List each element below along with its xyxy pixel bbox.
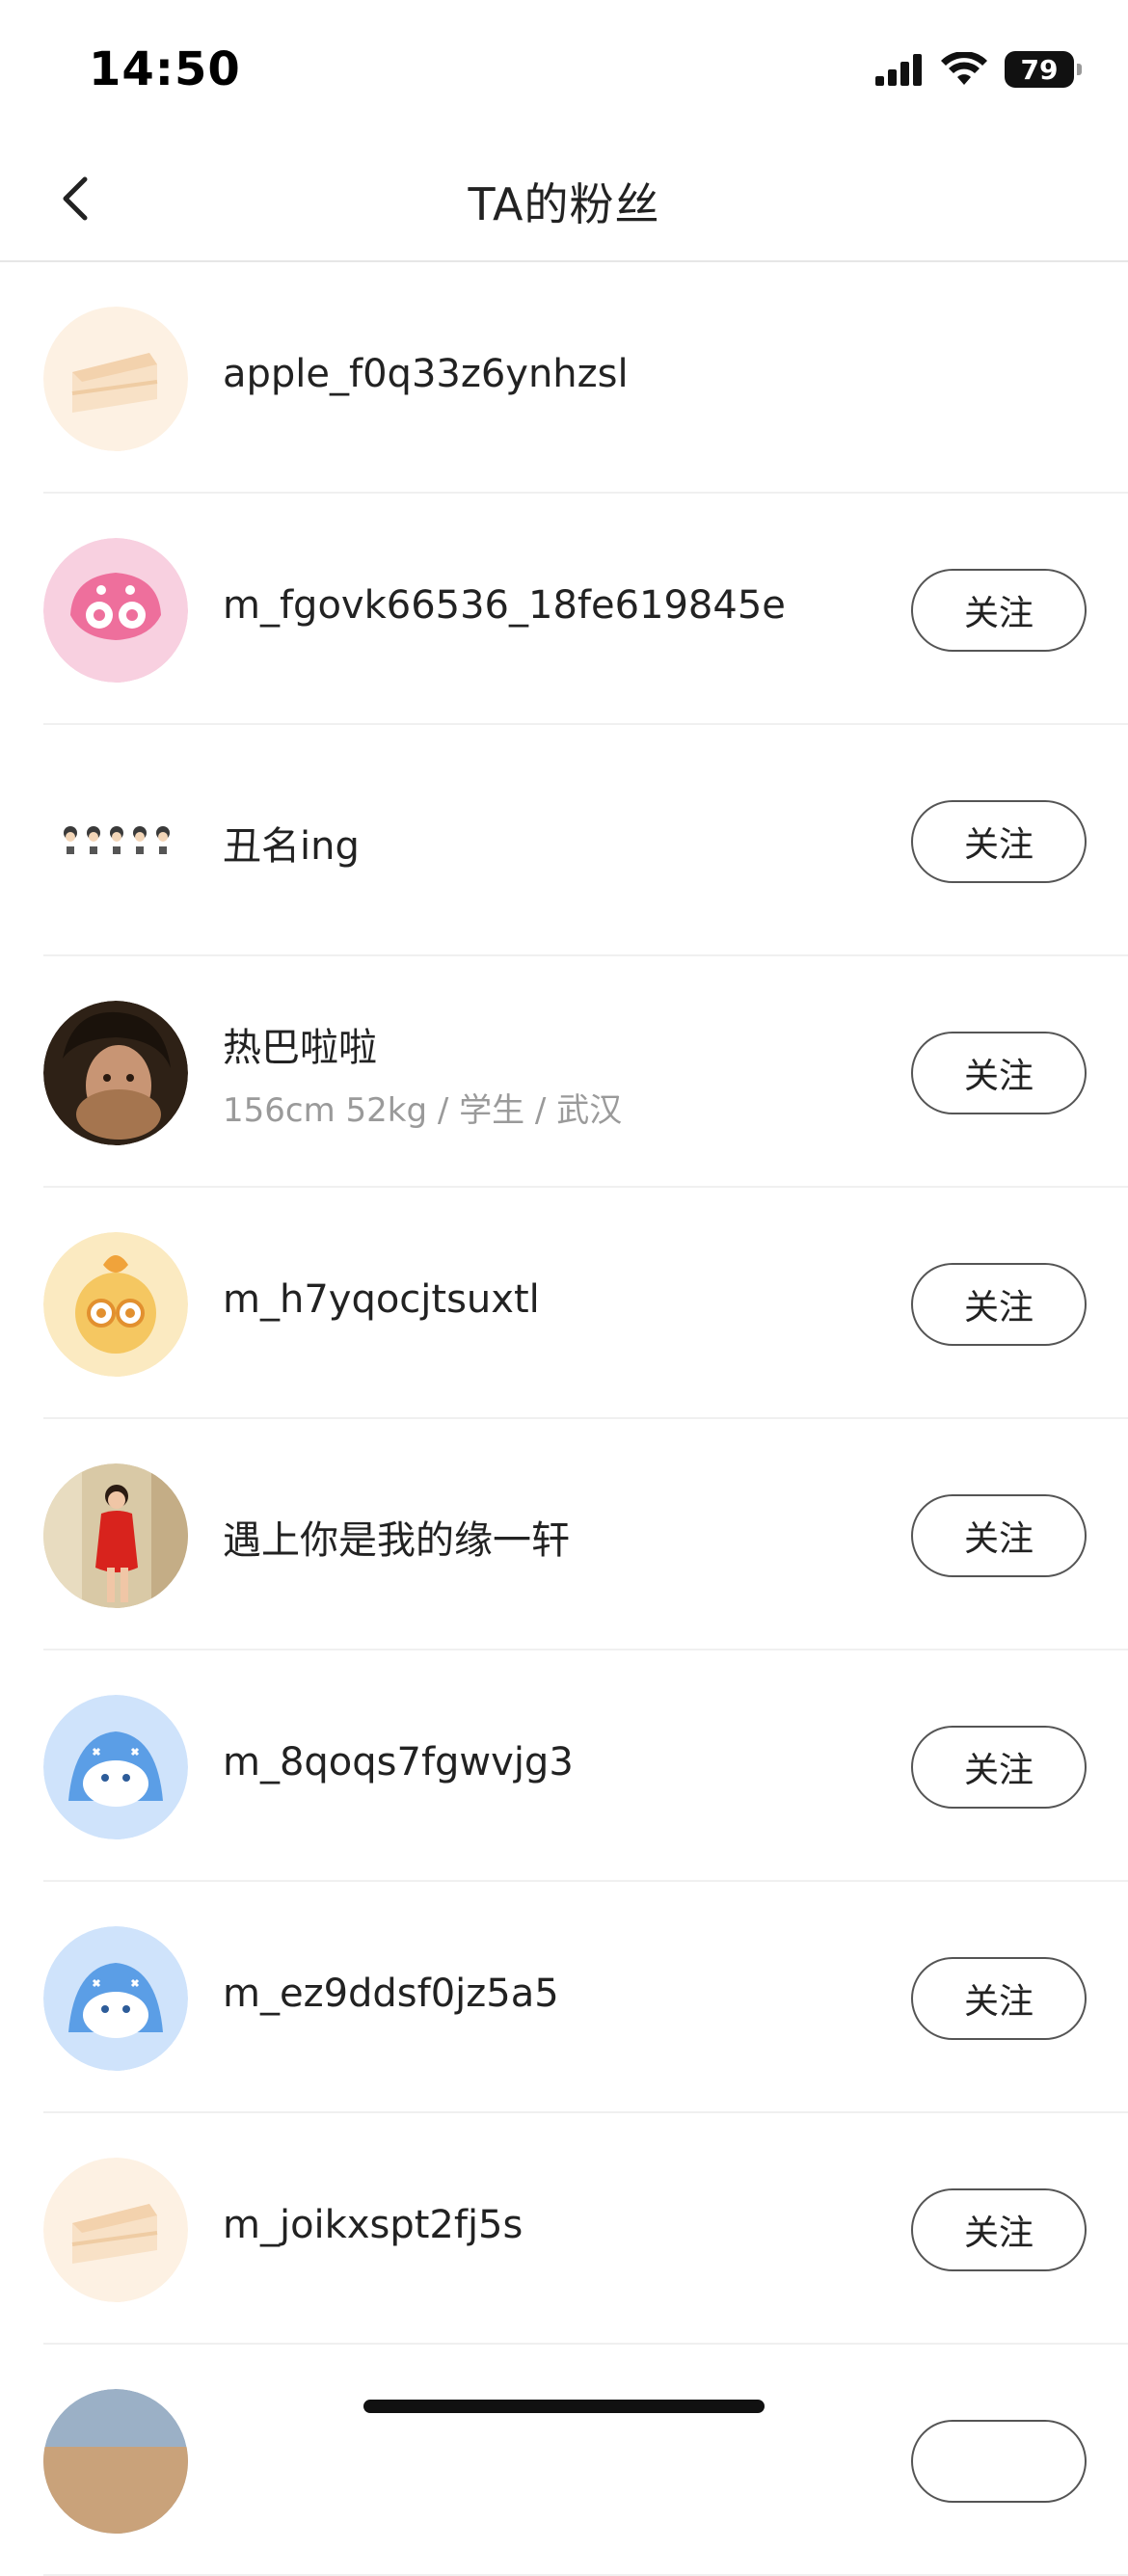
user-name: 丑名ing: [223, 824, 360, 869]
list-item[interactable]: apple_f0q33z6ynhzsl: [43, 262, 1128, 494]
list-item[interactable]: m_h7yqocjtsuxtl 关注: [43, 1188, 1128, 1419]
list-item[interactable]: m_fgovk66536_18fe619845e 关注: [43, 494, 1128, 725]
follow-button[interactable]: 关注: [911, 2188, 1087, 2271]
list-item-partial[interactable]: [43, 2345, 1128, 2576]
home-indicator: [363, 2400, 765, 2413]
user-info: 156cm 52kg / 学生 / 武汉: [223, 1091, 623, 1130]
follow-button[interactable]: 关注: [911, 1726, 1087, 1809]
follow-button[interactable]: 关注: [911, 800, 1087, 883]
follow-button[interactable]: 关注: [911, 1494, 1087, 1577]
status-time: 14:50: [89, 42, 241, 96]
wifi-icon: [941, 52, 987, 85]
blue-mascot-avatar: [43, 1926, 188, 2071]
user-name: 热巴啦啦: [223, 1026, 377, 1070]
photo-avatar: [43, 1001, 188, 1145]
follow-button[interactable]: 关注: [911, 1032, 1087, 1114]
cellular-signal-icon: [875, 54, 922, 86]
follower-list: apple_f0q33z6ynhzsl m_fgovk66536_18fe619…: [0, 262, 1128, 2576]
list-item[interactable]: m_ez9ddsf0jz5a5 关注: [43, 1882, 1128, 2113]
follow-button[interactable]: [911, 2420, 1087, 2503]
user-name: m_joikxspt2fj5s: [223, 2203, 524, 2247]
landscape-photo-avatar: [43, 2389, 188, 2534]
list-item[interactable]: 遇上你是我的缘一轩 关注: [43, 1419, 1128, 1650]
list-item[interactable]: m_8qoqs7fgwvjg3 关注: [43, 1650, 1128, 1882]
user-name: m_h7yqocjtsuxtl: [223, 1277, 540, 1322]
page-title: TA的粉丝: [468, 178, 660, 230]
cake-avatar: [43, 307, 188, 451]
red-dress-photo-avatar: [43, 1463, 188, 1608]
list-item[interactable]: 热巴啦啦 156cm 52kg / 学生 / 武汉 关注: [43, 956, 1128, 1188]
yellow-mascot-avatar: [43, 1232, 188, 1377]
list-item[interactable]: m_joikxspt2fj5s 关注: [43, 2113, 1128, 2345]
nav-bar: TA的粉丝: [0, 135, 1128, 262]
blue-mascot-avatar: [43, 1695, 188, 1839]
list-item[interactable]: 丑名ing 关注: [43, 725, 1128, 956]
status-bar: 14:50 79: [0, 0, 1128, 135]
user-name: apple_f0q33z6ynhzsl: [223, 352, 629, 396]
battery-level: 79: [1020, 53, 1059, 86]
follow-button[interactable]: 关注: [911, 1263, 1087, 1346]
battery-icon: 79: [1005, 51, 1082, 88]
follow-button[interactable]: 关注: [911, 1957, 1087, 2040]
pink-mascot-avatar: [43, 538, 188, 683]
follow-button[interactable]: 关注: [911, 569, 1087, 652]
user-name: 遇上你是我的缘一轩: [223, 1518, 570, 1563]
user-name: m_8qoqs7fgwvjg3: [223, 1740, 574, 1784]
cake-avatar: [43, 2158, 188, 2302]
user-name: m_ez9ddsf0jz5a5: [223, 1972, 559, 2016]
emoji-row-avatar: [43, 769, 188, 914]
status-icons: 79: [875, 48, 1082, 91]
user-name: m_fgovk66536_18fe619845e: [223, 583, 786, 628]
